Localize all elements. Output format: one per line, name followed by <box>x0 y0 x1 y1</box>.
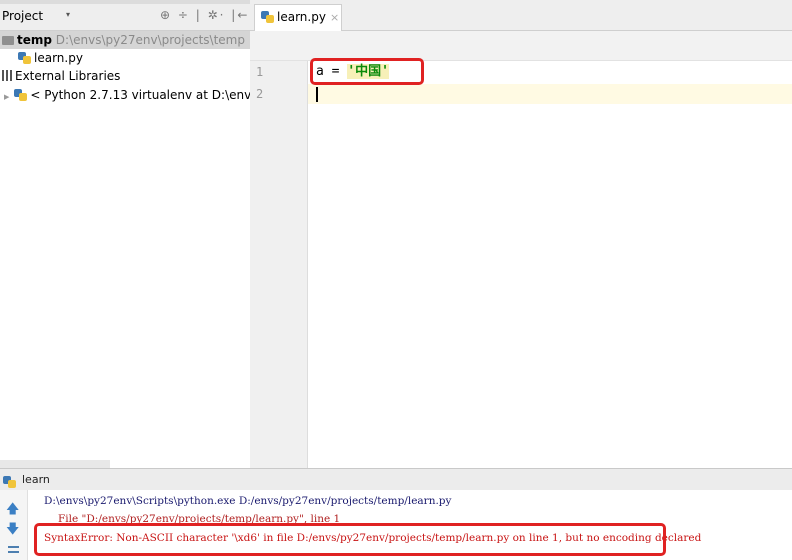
tree-item-label: External Libraries <box>15 69 121 83</box>
console-command-line: D:\envs\py27env\Scripts\python.exe D:/en… <box>44 495 452 507</box>
panel-tools-icons[interactable]: ⊕ ÷ | ✲· |← <box>160 8 249 22</box>
chevron-down-icon[interactable]: ▾ <box>66 10 70 19</box>
python-sdk-icon <box>14 89 28 101</box>
folder-icon <box>2 36 14 45</box>
tree-item-label: learn.py <box>34 51 83 65</box>
close-icon[interactable]: × <box>330 11 339 24</box>
annotation-box-error <box>34 523 666 556</box>
soft-wrap-icon[interactable] <box>8 545 19 555</box>
run-panel-header <box>0 468 792 490</box>
tree-item-external-libraries[interactable]: External Libraries <box>0 67 120 85</box>
library-icon <box>2 70 12 81</box>
tree-item-learn-py[interactable]: learn.py <box>18 49 83 67</box>
run-config-icon <box>3 476 16 488</box>
project-view-selector[interactable]: Project <box>2 9 43 23</box>
text-caret <box>316 87 318 102</box>
top-strip <box>0 0 250 4</box>
caret-line-highlight <box>250 84 792 104</box>
run-panel-title[interactable]: learn <box>22 473 50 486</box>
panel-divider <box>0 460 110 468</box>
arrow-up-icon[interactable]: 🡅 <box>6 500 19 522</box>
tree-item-python-sdk[interactable]: ▶ < Python 2.7.13 virtualenv at D:\envs\ <box>0 86 262 104</box>
editor-breadcrumb-bar <box>250 31 792 61</box>
tree-item-label: temp <box>17 33 52 47</box>
arrow-down-icon[interactable]: 🡇 <box>6 520 19 542</box>
tree-item-path: D:\envs\py27env\projects\temp <box>55 33 245 47</box>
tab-label: learn.py <box>277 10 326 24</box>
editor-tab-learn-py[interactable]: learn.py × <box>254 4 342 31</box>
line-number: 2 <box>256 87 264 101</box>
annotation-box-code <box>310 58 424 85</box>
python-file-icon <box>18 52 31 64</box>
tree-item-label: < Python 2.7.13 virtualenv at D:\envs\ <box>30 88 262 102</box>
line-number-gutter[interactable] <box>250 61 308 468</box>
tree-item-temp[interactable]: temp D:\envs\py27env\projects\temp <box>0 31 250 49</box>
expand-arrow-icon[interactable]: ▶ <box>4 93 9 101</box>
python-file-icon <box>261 11 274 23</box>
project-panel: Project ▾ ⊕ ÷ | ✲· |← temp D:\envs\py27e… <box>0 0 262 468</box>
line-number: 1 <box>256 65 264 79</box>
